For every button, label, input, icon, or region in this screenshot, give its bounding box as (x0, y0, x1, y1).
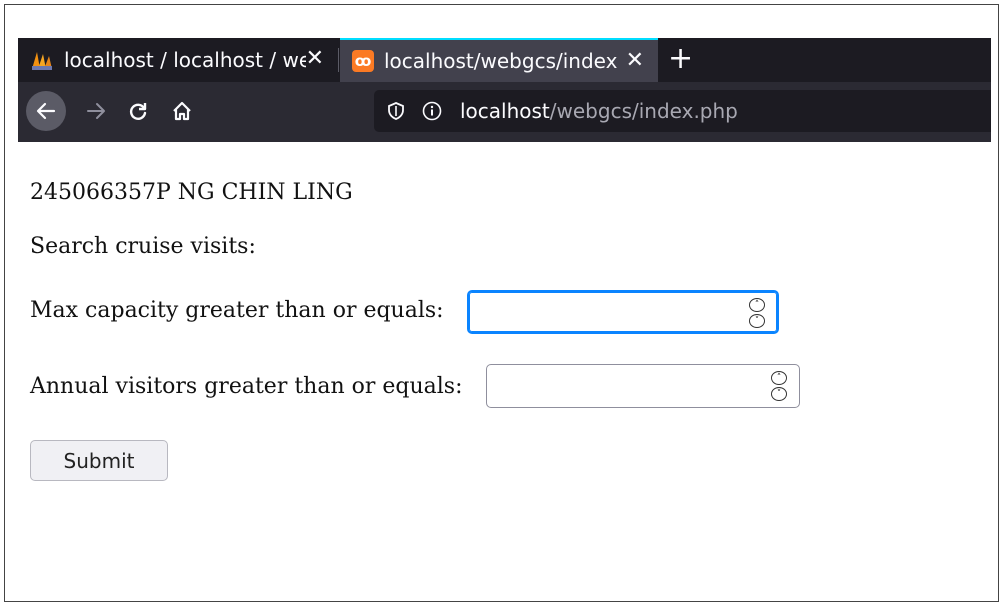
arrow-left-icon (36, 102, 56, 120)
shield-icon[interactable] (388, 102, 404, 120)
number-spinner[interactable]: ˄ ˅ (749, 298, 765, 328)
max-capacity-label: Max capacity greater than or equals: (30, 298, 444, 323)
page-content: 245066357P NG CHIN LING Search cruise vi… (18, 142, 991, 600)
url-host: localhost (460, 99, 550, 123)
tab-strip: localhost / localhost / webgcs | phpMyAd… (18, 38, 991, 82)
home-icon (173, 101, 191, 121)
xampp-icon: ꝏ (352, 50, 374, 72)
chevron-down-icon[interactable]: ˅ (771, 387, 787, 401)
submit-button[interactable]: Submit (30, 440, 168, 481)
tab-title: localhost / localhost / webgcs | phpMyAd… (64, 48, 306, 72)
tab-title: localhost/webgcs/index.php (384, 49, 618, 73)
home-button[interactable] (162, 91, 202, 131)
chevron-up-icon[interactable]: ˄ (749, 298, 765, 312)
browser-chrome: localhost / localhost / webgcs | phpMyAd… (18, 38, 991, 142)
chevron-down-icon[interactable]: ˅ (749, 314, 765, 328)
back-button[interactable] (26, 91, 66, 131)
new-tab-button[interactable]: + (668, 43, 693, 75)
tab-separator (338, 48, 339, 72)
info-icon[interactable] (422, 101, 442, 121)
phpmyadmin-icon (30, 49, 54, 71)
close-icon[interactable]: ✕ (626, 50, 644, 72)
search-heading: Search cruise visits: (30, 234, 256, 259)
reload-icon (129, 103, 147, 120)
annual-visitors-label: Annual visitors greater than or equals: (30, 374, 463, 399)
arrow-right-icon (87, 103, 105, 119)
url-path: /webgcs/index.php (549, 99, 738, 123)
url-bar[interactable]: localhost/webgcs/index.php (374, 90, 991, 132)
annual-visitors-input[interactable]: ˄ ˅ (486, 364, 800, 408)
reload-button[interactable] (118, 91, 158, 131)
chevron-up-icon[interactable]: ˄ (771, 371, 787, 385)
navigation-toolbar: localhost/webgcs/index.php (18, 82, 991, 142)
close-icon[interactable]: ✕ (306, 48, 324, 70)
number-spinner[interactable]: ˄ ˅ (771, 371, 787, 401)
max-capacity-input[interactable]: ˄ ˅ (467, 290, 779, 334)
forward-button[interactable] (76, 91, 116, 131)
student-id-name: 245066357P NG CHIN LING (30, 180, 353, 205)
tab-phpmyadmin[interactable]: localhost / localhost / webgcs | phpMyAd… (18, 38, 338, 82)
tab-webgcs-index[interactable]: ꝏ localhost/webgcs/index.php ✕ (340, 38, 658, 82)
